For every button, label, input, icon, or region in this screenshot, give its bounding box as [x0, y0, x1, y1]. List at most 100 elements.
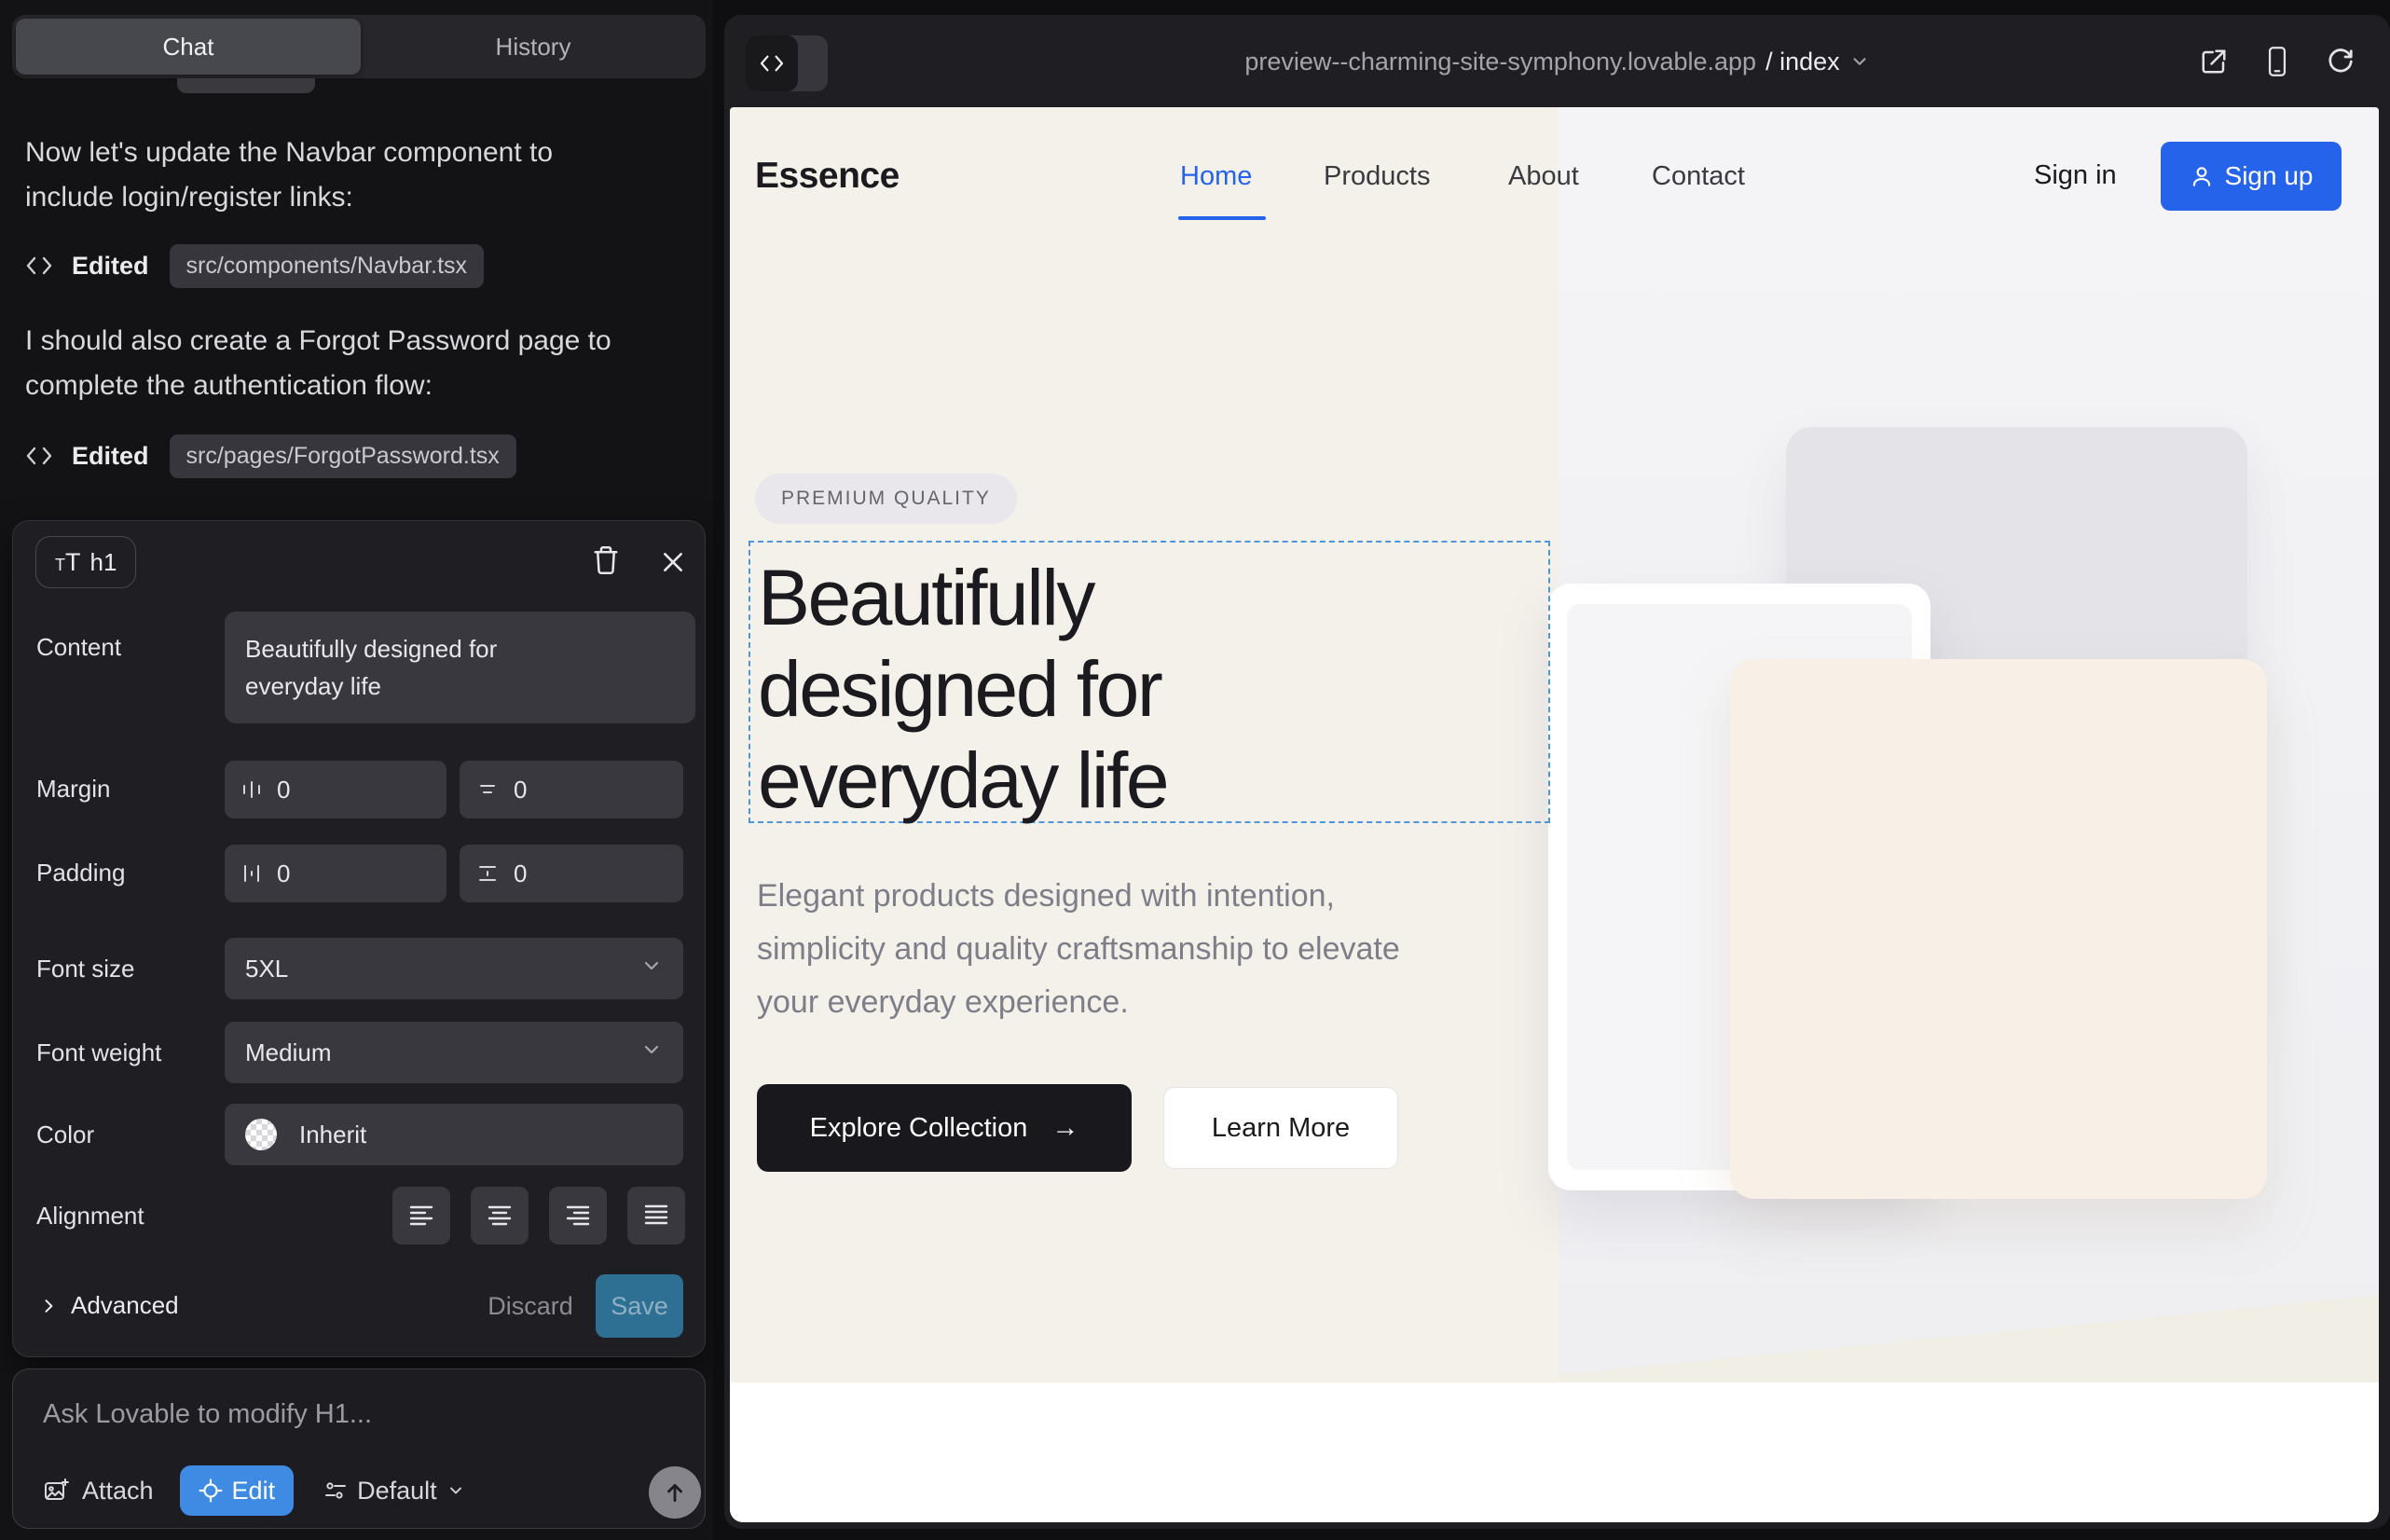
chat-history-tabs: Chat History [12, 15, 706, 78]
crosshair-icon [199, 1478, 223, 1503]
nav-link-products[interactable]: Products [1324, 161, 1430, 192]
tab-chat[interactable]: Chat [16, 19, 361, 75]
font-weight-label: Font weight [36, 1038, 161, 1067]
url-bar[interactable]: preview--charming-site-symphony.lovable.… [724, 15, 2390, 108]
sign-up-label: Sign up [2225, 161, 2314, 191]
alignment-label: Alignment [36, 1202, 144, 1231]
send-button[interactable] [649, 1466, 701, 1519]
url-path: / index [1765, 48, 1840, 76]
close-editor-button[interactable] [652, 542, 694, 583]
chat-message: Now let's update the Navbar component to… [25, 131, 631, 220]
site-preview-viewport: Essence Home Products About Contact Sign… [730, 107, 2379, 1522]
code-icon [25, 445, 62, 467]
hero-heading[interactable]: Beautifully designed for everyday life [758, 552, 1410, 826]
font-size-label: Font size [36, 955, 135, 983]
nav-link-about[interactable]: About [1508, 161, 1579, 192]
section-below-hero [730, 1382, 2379, 1522]
margin-x-input[interactable]: 0 [225, 761, 446, 818]
edited-label: Edited [72, 252, 149, 281]
edit-label: Edit [232, 1477, 276, 1506]
refresh-button[interactable] [2325, 43, 2356, 80]
align-justify-button[interactable] [627, 1187, 685, 1244]
padding-x-input[interactable]: 0 [225, 845, 446, 902]
chat-composer: Attach Edit Default [12, 1368, 706, 1529]
mobile-device-icon [2265, 46, 2289, 77]
type-icon: TT [55, 548, 81, 577]
learn-more-button[interactable]: Learn More [1163, 1087, 1398, 1169]
sliders-icon [323, 1478, 348, 1503]
margin-label: Margin [36, 775, 110, 804]
edited-file-row[interactable]: Edited src/pages/ForgotPassword.tsx [25, 434, 516, 477]
mode-label: Default [357, 1477, 437, 1506]
arrow-right-icon: → [1051, 1113, 1078, 1144]
padding-horizontal-icon [241, 862, 262, 885]
margin-vertical-icon [476, 779, 499, 800]
hero-paragraph: Elegant products designed with intention… [757, 870, 1400, 1029]
font-size-select[interactable]: 5XL [225, 938, 683, 999]
align-left-button[interactable] [392, 1187, 450, 1244]
chevron-down-icon [640, 955, 663, 983]
close-icon [661, 550, 685, 574]
font-weight-value: Medium [245, 1038, 331, 1067]
nav-link-contact[interactable]: Contact [1652, 161, 1745, 192]
nav-active-underline [1178, 216, 1266, 220]
edit-mode-pill[interactable]: Edit [180, 1465, 295, 1516]
browser-actions [2198, 43, 2356, 80]
arrow-up-icon [663, 1480, 687, 1505]
file-path-pill[interactable]: src/components/Navbar.tsx [170, 244, 485, 288]
align-left-icon [407, 1203, 435, 1229]
mobile-view-button[interactable] [2261, 43, 2293, 80]
padding-label: Padding [36, 859, 125, 887]
file-path-pill[interactable]: src/pages/ForgotPassword.tsx [170, 434, 516, 478]
content-label: Content [36, 633, 121, 662]
open-external-button[interactable] [2198, 43, 2230, 80]
color-select[interactable]: Inherit [225, 1104, 683, 1165]
chevron-down-icon [1849, 51, 1870, 72]
chevron-down-icon [446, 1481, 465, 1500]
explore-collection-label: Explore Collection [810, 1113, 1028, 1144]
sign-up-button[interactable]: Sign up [2161, 142, 2342, 211]
align-justify-icon [642, 1203, 670, 1229]
edited-file-row[interactable]: Edited src/components/Navbar.tsx [25, 244, 484, 287]
element-tag-pill[interactable]: TT h1 [35, 536, 136, 588]
margin-y-input[interactable]: 0 [460, 761, 683, 818]
preview-browser-frame: preview--charming-site-symphony.lovable.… [724, 15, 2390, 1529]
align-right-icon [564, 1203, 592, 1229]
url-domain: preview--charming-site-symphony.lovable.… [1244, 48, 1756, 76]
sign-in-link[interactable]: Sign in [2034, 160, 2117, 191]
composer-toolbar: Attach Edit Default [43, 1464, 465, 1517]
align-right-button[interactable] [549, 1187, 607, 1244]
color-value: Inherit [299, 1121, 366, 1149]
hero-card-cream [1730, 659, 2267, 1199]
mode-selector[interactable]: Default [323, 1477, 465, 1506]
attach-button[interactable]: Attach [82, 1477, 154, 1506]
refresh-icon [2327, 48, 2355, 76]
nav-link-home[interactable]: Home [1180, 161, 1252, 192]
lovable-sidebar: Chat History Now let's update the Navbar… [0, 0, 713, 1540]
delete-element-button[interactable] [585, 540, 626, 581]
edited-label: Edited [72, 442, 149, 471]
user-icon [2190, 164, 2214, 188]
learn-more-label: Learn More [1212, 1113, 1350, 1144]
align-center-icon [486, 1203, 514, 1229]
padding-y-input[interactable]: 0 [460, 845, 683, 902]
explore-collection-button[interactable]: Explore Collection → [757, 1084, 1132, 1172]
font-weight-select[interactable]: Medium [225, 1022, 683, 1083]
advanced-toggle[interactable]: Advanced [39, 1291, 179, 1320]
discard-button[interactable]: Discard [479, 1274, 582, 1338]
margin-horizontal-icon [241, 778, 262, 801]
padding-y-value: 0 [514, 859, 527, 888]
content-textarea[interactable]: Beautifully designed for everyday life [225, 612, 695, 723]
attach-image-icon [43, 1478, 69, 1504]
element-editor-panel: TT h1 Content Beautifully designed for e… [12, 520, 706, 1357]
composer-input[interactable] [43, 1399, 658, 1430]
save-button[interactable]: Save [596, 1274, 683, 1338]
scrolled-pill-fragment [177, 78, 315, 93]
chevron-down-icon [640, 1038, 663, 1067]
site-logo[interactable]: Essence [755, 156, 900, 197]
margin-x-value: 0 [277, 776, 290, 804]
align-center-button[interactable] [471, 1187, 529, 1244]
padding-x-value: 0 [277, 859, 290, 888]
premium-quality-badge: PREMIUM QUALITY [755, 474, 1017, 524]
tab-history[interactable]: History [361, 19, 706, 75]
